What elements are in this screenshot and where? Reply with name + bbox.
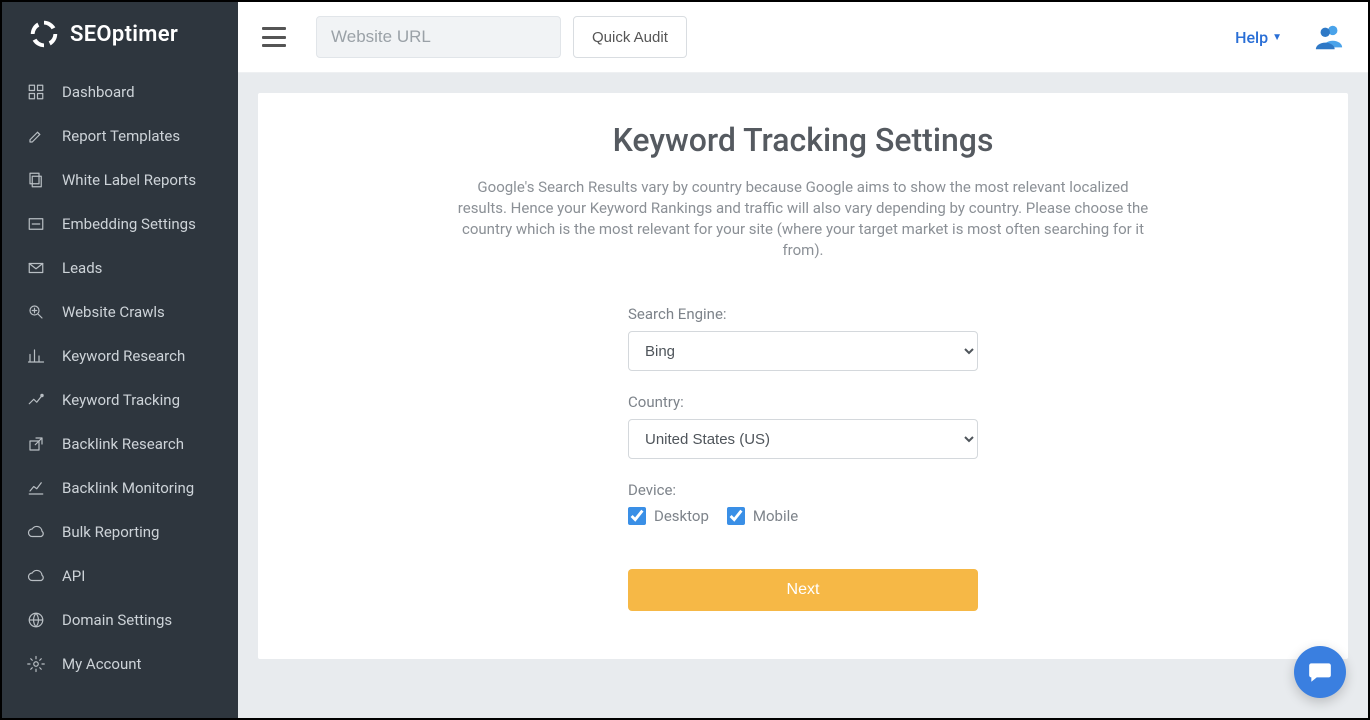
copy-icon	[26, 170, 46, 190]
gear-icon	[26, 654, 46, 674]
country-select[interactable]: United States (US)	[628, 419, 978, 459]
sidebar-item-keyword-tracking[interactable]: Keyword Tracking	[2, 378, 238, 422]
mail-icon	[26, 258, 46, 278]
sidebar-item-label: Backlink Research	[62, 435, 184, 453]
zoom-icon	[26, 302, 46, 322]
dashboard-icon	[26, 82, 46, 102]
topbar: Quick Audit Help ▼	[238, 2, 1368, 73]
bar-icon	[26, 346, 46, 366]
caret-down-icon: ▼	[1272, 32, 1282, 43]
device-label: Device:	[628, 481, 978, 499]
quick-audit-button[interactable]: Quick Audit	[573, 16, 687, 58]
sidebar-nav: Dashboard Report Templates White Label Rep…	[2, 66, 238, 686]
country-label: Country:	[628, 393, 978, 411]
sidebar-item-report-templates[interactable]: Report Templates	[2, 114, 238, 158]
brand-logo[interactable]: SEOptimer	[2, 2, 238, 66]
sidebar-item-domain-settings[interactable]: Domain Settings	[2, 598, 238, 642]
sidebar-item-label: API	[62, 567, 85, 585]
sidebar-item-label: Keyword Research	[62, 347, 185, 365]
sidebar-item-bulk-reporting[interactable]: Bulk Reporting	[2, 510, 238, 554]
device-desktop-checkbox[interactable]	[628, 507, 646, 525]
help-label: Help	[1235, 28, 1268, 47]
sidebar-item-label: Leads	[62, 259, 102, 277]
sidebar: SEOptimer Dashboard Report Templates White…	[2, 2, 238, 718]
sidebar-item-label: Report Templates	[62, 127, 180, 145]
sidebar-item-leads[interactable]: Leads	[2, 246, 238, 290]
sidebar-item-my-account[interactable]: My Account	[2, 642, 238, 686]
sidebar-item-dashboard[interactable]: Dashboard	[2, 70, 238, 114]
brand-icon	[26, 16, 62, 52]
sidebar-item-embedding-settings[interactable]: Embedding Settings	[2, 202, 238, 246]
search-engine-select[interactable]: Bing	[628, 331, 978, 371]
page-description: Google's Search Results vary by country …	[453, 177, 1153, 261]
account-icon[interactable]	[1314, 22, 1344, 52]
website-url-input[interactable]	[316, 16, 561, 58]
sidebar-item-label: White Label Reports	[62, 171, 196, 189]
device-mobile-checkbox[interactable]	[727, 507, 745, 525]
search-engine-label: Search Engine:	[628, 305, 978, 323]
globe-icon	[26, 610, 46, 630]
chat-launcher[interactable]	[1294, 646, 1346, 698]
help-dropdown[interactable]: Help ▼	[1235, 28, 1282, 47]
cloud-icon	[26, 566, 46, 586]
sidebar-item-keyword-research[interactable]: Keyword Research	[2, 334, 238, 378]
trend-icon	[26, 390, 46, 410]
external-icon	[26, 434, 46, 454]
edit-icon	[26, 126, 46, 146]
sidebar-item-white-label-reports[interactable]: White Label Reports	[2, 158, 238, 202]
sidebar-item-label: Keyword Tracking	[62, 391, 180, 409]
chartline-icon	[26, 478, 46, 498]
sidebar-item-label: Backlink Monitoring	[62, 479, 194, 497]
sidebar-item-api[interactable]: API	[2, 554, 238, 598]
sidebar-item-label: Website Crawls	[62, 303, 165, 321]
menu-toggle-icon[interactable]	[262, 27, 286, 47]
next-button[interactable]: Next	[628, 569, 978, 611]
brand-name: SEOptimer	[70, 22, 178, 47]
device-mobile-label: Mobile	[753, 507, 798, 525]
cloud-icon	[26, 522, 46, 542]
sidebar-item-backlink-monitoring[interactable]: Backlink Monitoring	[2, 466, 238, 510]
sidebar-item-label: My Account	[62, 655, 141, 673]
device-desktop-label: Desktop	[654, 507, 709, 525]
sidebar-item-label: Bulk Reporting	[62, 523, 159, 541]
page-title: Keyword Tracking Settings	[298, 121, 1308, 159]
sidebar-item-label: Embedding Settings	[62, 215, 196, 233]
sidebar-item-backlink-research[interactable]: Backlink Research	[2, 422, 238, 466]
settings-card: Keyword Tracking Settings Google's Searc…	[258, 93, 1348, 659]
sidebar-item-label: Dashboard	[62, 83, 135, 101]
embed-icon	[26, 214, 46, 234]
sidebar-item-label: Domain Settings	[62, 611, 172, 629]
sidebar-item-website-crawls[interactable]: Website Crawls	[2, 290, 238, 334]
